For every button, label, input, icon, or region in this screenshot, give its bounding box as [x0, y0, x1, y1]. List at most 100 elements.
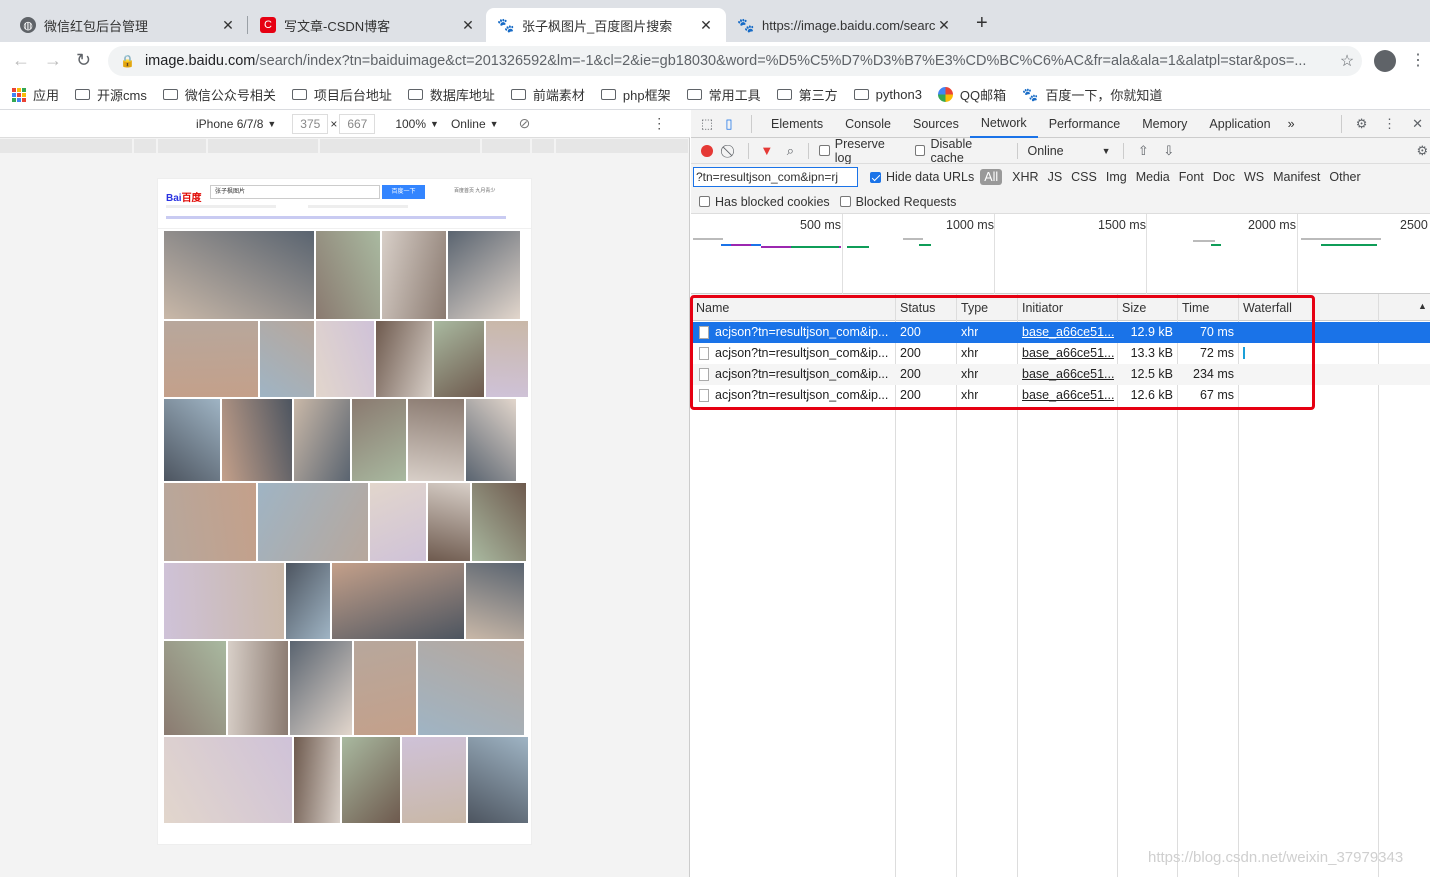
result-image-thumbnail[interactable]: [434, 321, 484, 397]
result-image-thumbnail[interactable]: [382, 231, 446, 319]
bookmark-folder[interactable]: 第三方: [776, 85, 838, 104]
network-overview-timeline[interactable]: 500 ms 1000 ms 1500 ms 2000 ms 2500: [691, 214, 1430, 294]
sort-up-icon[interactable]: ▲: [1418, 301, 1427, 311]
tab-sources[interactable]: Sources: [902, 110, 970, 138]
bookmark-folder[interactable]: 项目后台地址: [291, 85, 392, 104]
result-image-thumbnail[interactable]: [164, 483, 256, 561]
preserve-log-checkbox[interactable]: [819, 145, 830, 156]
result-image-thumbnail[interactable]: [228, 641, 288, 735]
record-icon[interactable]: [701, 144, 713, 157]
network-throttle-select[interactable]: Online: [451, 117, 486, 131]
clear-icon[interactable]: ⃠: [723, 143, 739, 159]
result-image-thumbnail[interactable]: [164, 641, 226, 735]
filter-font[interactable]: Font: [1179, 170, 1204, 184]
result-image-thumbnail[interactable]: [352, 399, 406, 481]
close-icon[interactable]: ✕: [460, 17, 476, 34]
result-image-thumbnail[interactable]: [260, 321, 314, 397]
more-options-icon[interactable]: ⋮: [652, 115, 666, 132]
result-image-thumbnail[interactable]: [370, 483, 426, 561]
search-icon[interactable]: ⌕: [783, 143, 799, 159]
filter-js[interactable]: JS: [1048, 170, 1063, 184]
result-image-thumbnail[interactable]: [408, 399, 464, 481]
device-toolbar-icon[interactable]: ▯: [721, 116, 737, 132]
result-image-thumbnail[interactable]: [164, 231, 314, 319]
bookmark-baidu[interactable]: 🐾 百度一下，你就知道: [1022, 85, 1162, 104]
tab-elements[interactable]: Elements: [760, 110, 834, 138]
tab-memory[interactable]: Memory: [1131, 110, 1198, 138]
tab-csdn[interactable]: C 写文章-CSDN博客 ✕: [248, 8, 488, 42]
tab-wechat-admin[interactable]: ◍ 微信红包后台管理 ✕: [8, 8, 248, 42]
filter-other[interactable]: Other: [1329, 170, 1360, 184]
bookmark-folder[interactable]: php框架: [600, 85, 671, 104]
result-image-thumbnail[interactable]: [418, 641, 524, 735]
baidu-search-input[interactable]: 张子枫图片: [210, 185, 380, 199]
result-image-thumbnail[interactable]: [448, 231, 520, 319]
back-icon[interactable]: ←: [12, 50, 30, 71]
result-image-thumbnail[interactable]: [342, 737, 400, 823]
close-icon[interactable]: ✕: [698, 17, 714, 34]
hide-data-urls-checkbox[interactable]: [870, 171, 881, 183]
blocked-requests-checkbox[interactable]: [839, 196, 851, 207]
result-image-thumbnail[interactable]: [164, 399, 220, 481]
export-har-icon[interactable]: ⇩: [1161, 143, 1177, 159]
inspect-element-icon[interactable]: ⬚: [699, 116, 715, 132]
close-icon[interactable]: ✕: [220, 17, 236, 34]
filter-css[interactable]: CSS: [1071, 170, 1097, 184]
bookmark-folder[interactable]: 常用工具: [686, 85, 761, 104]
filter-media[interactable]: Media: [1136, 170, 1170, 184]
filter-manifest[interactable]: Manifest: [1273, 170, 1320, 184]
result-image-thumbnail[interactable]: [468, 737, 528, 823]
result-image-thumbnail[interactable]: [466, 563, 524, 639]
filter-all[interactable]: All: [980, 169, 1003, 185]
baidu-search-button[interactable]: 百度一下: [382, 185, 425, 199]
result-image-thumbnail[interactable]: [376, 321, 432, 397]
result-image-thumbnail[interactable]: [164, 563, 284, 639]
reload-icon[interactable]: ↻: [76, 50, 91, 71]
bookmark-star-icon[interactable]: ☆: [1332, 51, 1362, 71]
filter-img[interactable]: Img: [1106, 170, 1127, 184]
tab-application[interactable]: Application: [1198, 110, 1281, 138]
emulated-phone-viewport[interactable]: Bai百度 张子枫图片 百度一下 百度首页 九月青少: [157, 178, 532, 845]
import-har-icon[interactable]: ⇧: [1136, 143, 1152, 159]
address-bar[interactable]: 🔒 image.baidu.com/search/index?tn=baidui…: [108, 46, 1362, 76]
filter-xhr[interactable]: XHR: [1012, 170, 1038, 184]
rotate-icon[interactable]: ⊘: [519, 115, 531, 132]
bookmark-apps[interactable]: 应用: [12, 85, 59, 104]
result-image-thumbnail[interactable]: [428, 483, 470, 561]
filter-doc[interactable]: Doc: [1213, 170, 1235, 184]
has-blocked-cookies-checkbox[interactable]: [699, 196, 710, 207]
tab-console[interactable]: Console: [834, 110, 902, 138]
devtools-menu-icon[interactable]: ⋮: [1382, 116, 1398, 132]
profile-avatar-icon[interactable]: [1374, 50, 1396, 72]
result-image-thumbnail[interactable]: [258, 483, 368, 561]
result-image-thumbnail[interactable]: [290, 641, 352, 735]
disable-cache-checkbox[interactable]: [914, 145, 926, 156]
new-tab-button[interactable]: +: [976, 12, 988, 35]
tab-performance[interactable]: Performance: [1038, 110, 1132, 138]
tab-baidu-image-active[interactable]: 🐾 张子枫图片_百度图片搜索 ✕: [486, 8, 726, 42]
network-settings-gear-icon[interactable]: ⚙: [1415, 143, 1430, 159]
result-image-thumbnail[interactable]: [486, 321, 528, 397]
throttle-select[interactable]: Online: [1028, 144, 1064, 158]
result-image-thumbnail[interactable]: [294, 399, 350, 481]
result-image-thumbnail[interactable]: [294, 737, 340, 823]
bookmark-folder[interactable]: 微信公众号相关: [162, 85, 276, 104]
device-select[interactable]: iPhone 6/7/8: [196, 117, 263, 131]
result-image-thumbnail[interactable]: [222, 399, 292, 481]
bookmark-folder[interactable]: 前端素材: [510, 85, 585, 104]
close-icon[interactable]: ✕: [936, 17, 952, 34]
browser-menu-icon[interactable]: ⋮: [1410, 50, 1426, 70]
filter-funnel-icon[interactable]: ▼: [759, 143, 775, 159]
filter-input[interactable]: ?tn=resultjson_com&ipn=rj: [693, 167, 858, 187]
zoom-select[interactable]: 100%: [395, 117, 426, 131]
result-image-thumbnail[interactable]: [286, 563, 330, 639]
more-tabs-icon[interactable]: »: [1282, 110, 1301, 138]
filter-ws[interactable]: WS: [1244, 170, 1264, 184]
result-image-thumbnail[interactable]: [354, 641, 416, 735]
tab-network[interactable]: Network: [969, 110, 1038, 138]
result-image-thumbnail[interactable]: [164, 737, 292, 823]
result-image-thumbnail[interactable]: [316, 231, 380, 319]
result-image-thumbnail[interactable]: [466, 399, 516, 481]
result-image-thumbnail[interactable]: [164, 321, 258, 397]
forward-icon[interactable]: →: [44, 50, 62, 71]
